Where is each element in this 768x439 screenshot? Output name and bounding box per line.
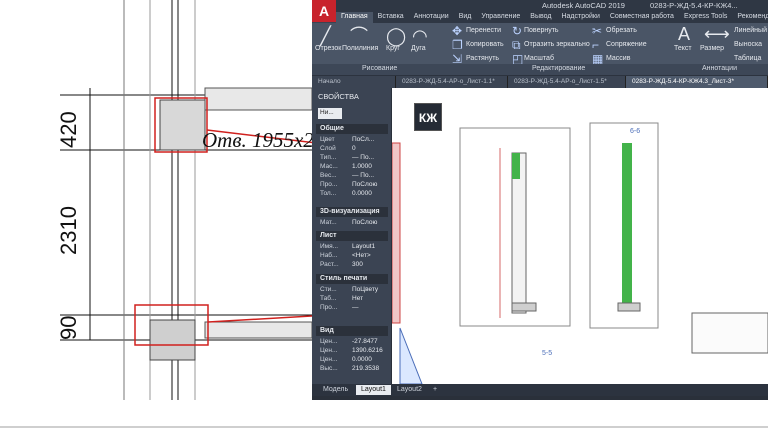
properties-title: СВОЙСТВА <box>318 92 359 101</box>
tab-express-tools[interactable]: Express Tools <box>679 12 732 23</box>
fillet-button[interactable]: Сопряжение <box>606 41 647 48</box>
kzh-badge: КЖ <box>414 103 442 131</box>
app-logo-button[interactable]: A <box>312 0 336 22</box>
bottom-strip <box>0 400 768 439</box>
property-row[interactable]: Выс... 219.3538 <box>320 365 388 374</box>
property-row[interactable]: Сти... ПоЦвету <box>320 286 388 295</box>
text-button[interactable]: Текст <box>674 45 692 52</box>
tab-annotate[interactable]: Аннотации <box>409 12 454 23</box>
polyline-icon[interactable]: ⌒ <box>350 27 368 45</box>
move-button[interactable]: Перенести <box>466 27 501 34</box>
property-row[interactable]: Вес... — По... <box>320 172 388 181</box>
property-row[interactable]: Слой 0 <box>320 145 388 154</box>
tab-featured[interactable]: Рекомендованные <box>732 12 768 23</box>
fillet-icon[interactable]: ⌐ <box>592 39 599 51</box>
tab-addins[interactable]: Надстройки <box>556 12 604 23</box>
move-icon[interactable]: ✥ <box>452 25 462 37</box>
trim-button[interactable]: Обрезать <box>606 27 637 34</box>
property-row[interactable]: Цвет ПоСл... <box>320 136 388 145</box>
property-row[interactable]: Цен... 0.0000 <box>320 356 388 365</box>
properties-palette: СВОЙСТВА Ни... Общие Цвет ПоСл... Слой 0 Т… <box>312 88 392 384</box>
copy-button[interactable]: Копировать <box>466 41 504 48</box>
tab-layout1[interactable]: Layout1 <box>356 385 391 395</box>
dimension-90: 90 <box>56 315 81 340</box>
property-row[interactable]: Про... — <box>320 304 388 313</box>
sheet-drawing <box>392 122 768 384</box>
array-button[interactable]: Массив <box>606 55 630 62</box>
doc-tab-ar-1-5[interactable]: 0283-Р-ЖД-5.4-АР-о_Лист-1.5* <box>508 76 626 88</box>
property-row[interactable]: Наб... <Нет> <box>320 252 388 261</box>
linear-button[interactable]: Линейный <box>734 27 767 34</box>
panel-modify-label[interactable]: Редактирование <box>532 65 585 72</box>
arc-icon[interactable]: ◠ <box>412 27 428 45</box>
bottom-divider <box>0 426 768 428</box>
section-view[interactable]: Вид <box>316 326 388 336</box>
line-icon[interactable]: ╱ <box>320 27 331 45</box>
window-title: Autodesk AutoCAD 2019 <box>542 1 625 10</box>
section-plot-style[interactable]: Стиль печати <box>316 274 388 284</box>
property-row[interactable]: Тол... 0.0000 <box>320 190 388 199</box>
file-title: 0283-Р-ЖД-5.4-КР-КЖ4... <box>650 1 738 10</box>
layout-tabs: Модель Layout1 Layout2 + <box>312 384 768 396</box>
arc-button[interactable]: Дуга <box>411 45 426 52</box>
opening-label: Отв. 1955x2 <box>202 128 314 152</box>
rotate-button[interactable]: Повернуть <box>524 27 559 34</box>
property-row[interactable]: Про... ПоСлою <box>320 181 388 190</box>
panel-draw-label[interactable]: Рисование <box>362 65 397 72</box>
tab-layout2[interactable]: Layout2 <box>392 385 427 395</box>
document-tabs: Начало 0283-Р-ЖД-5.4-АР-о_Лист-1.1* 0283… <box>312 75 768 88</box>
tab-model[interactable]: Модель <box>318 385 353 395</box>
mirror-button[interactable]: Отразить зеркально <box>524 41 590 48</box>
section-general[interactable]: Общие <box>316 124 388 134</box>
doc-tab-ar-1-1[interactable]: 0283-Р-ЖД-5.4-АР-о_Лист-1.1* <box>396 76 508 88</box>
property-row[interactable]: Таб... Нет <box>320 295 388 304</box>
autocad-window: Autodesk AutoCAD 2019 0283-Р-ЖД-5.4-КР-К… <box>312 0 768 400</box>
leader-button[interactable]: Выноска <box>734 41 762 48</box>
tab-insert[interactable]: Вставка <box>373 12 409 23</box>
tab-view[interactable]: Вид <box>454 12 477 23</box>
ribbon-tabs: Главная Вставка Аннотации Вид Управление… <box>336 12 768 23</box>
trim-icon[interactable]: ✂ <box>592 25 602 37</box>
drawing-canvas[interactable]: 5-5 6-6 <box>392 88 768 384</box>
add-layout-button[interactable]: + <box>428 385 442 395</box>
scale-button[interactable]: Масштаб <box>524 55 554 62</box>
doc-tab-start[interactable]: Начало <box>312 76 396 88</box>
panel-annotation-label[interactable]: Аннотации <box>702 65 737 72</box>
property-row[interactable]: Цен... -27.8477 <box>320 338 388 347</box>
property-row[interactable]: Мат... ПоСлою <box>320 219 388 228</box>
copy-icon[interactable]: ❐ <box>452 39 463 51</box>
section-3d-visualization[interactable]: 3D-визуализация <box>316 207 388 217</box>
circle-icon[interactable]: ◯ <box>386 27 406 45</box>
object-selector-dropdown[interactable]: Ни... <box>318 108 342 119</box>
property-row[interactable]: Тип... — По... <box>320 154 388 163</box>
property-row[interactable]: Мас... 1.0000 <box>320 163 388 172</box>
polyline-button[interactable]: Полилиния <box>342 45 378 52</box>
tab-output[interactable]: Вывод <box>525 12 556 23</box>
doc-tab-kzh-4-3[interactable]: 0283-Р-ЖД-5.4-КР-КЖ4.3_Лист-3* <box>626 76 768 88</box>
section-label-6-6: 6-6 <box>630 128 641 135</box>
property-row[interactable]: Имя... Layout1 <box>320 243 388 252</box>
property-row[interactable]: Раст... 300 <box>320 261 388 270</box>
stretch-button[interactable]: Растянуть <box>466 55 499 62</box>
tab-home[interactable]: Главная <box>336 12 373 23</box>
text-icon[interactable]: A <box>678 25 690 43</box>
rotate-icon[interactable]: ↻ <box>512 25 522 37</box>
property-row[interactable]: Цен... 1390.6216 <box>320 347 388 356</box>
tab-collaborate[interactable]: Совместная работа <box>605 12 679 23</box>
dimension-button[interactable]: Размер <box>700 45 724 52</box>
dimension-icon[interactable]: ⟷ <box>704 25 730 43</box>
section-layout[interactable]: Лист <box>316 231 388 241</box>
dimension-2310: 2310 <box>56 206 81 255</box>
section-label-5-5: 5-5 <box>542 350 553 357</box>
table-button[interactable]: Таблица <box>734 55 761 62</box>
ribbon-panel-labels: Рисование Редактирование Аннотации <box>312 64 768 75</box>
tab-manage[interactable]: Управление <box>476 12 525 23</box>
line-button[interactable]: Отрезок <box>315 45 341 52</box>
title-bar: Autodesk AutoCAD 2019 0283-Р-ЖД-5.4-КР-К… <box>312 0 768 12</box>
mirror-icon[interactable]: ⧉ <box>512 39 521 51</box>
dimension-420: 420 <box>56 111 81 148</box>
circle-button[interactable]: Круг <box>386 45 400 52</box>
